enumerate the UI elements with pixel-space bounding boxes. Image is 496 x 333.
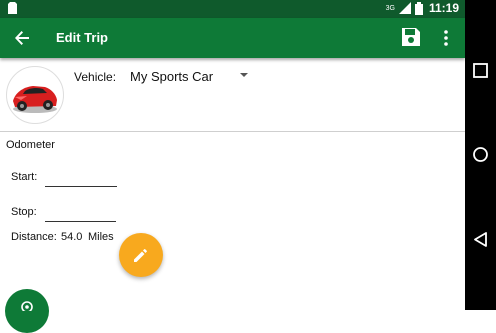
vehicle-dropdown[interactable]: My Sports Car xyxy=(130,68,250,86)
vehicle-avatar[interactable] xyxy=(6,66,64,124)
stop-input[interactable] xyxy=(45,205,116,222)
pencil-icon xyxy=(134,249,147,262)
page-title: Edit Trip xyxy=(56,30,108,45)
location-fab-button[interactable] xyxy=(5,289,49,333)
dropdown-arrow-icon xyxy=(240,73,248,77)
more-vert-icon[interactable] xyxy=(438,27,454,49)
odometer-section-title: Odometer xyxy=(6,139,55,151)
signal-icon xyxy=(398,2,411,14)
network-type: 3G xyxy=(385,4,395,12)
back-triangle-icon[interactable] xyxy=(471,230,490,249)
save-icon[interactable] xyxy=(400,26,422,48)
edit-fab-button[interactable] xyxy=(119,233,163,277)
stop-label: Stop: xyxy=(11,206,37,218)
battery-icon xyxy=(414,1,423,15)
clock: 11:19 xyxy=(428,1,459,15)
app-bar: Edit Trip xyxy=(0,18,465,58)
status-bar: 3G 11:19 xyxy=(0,0,465,18)
start-input[interactable] xyxy=(45,170,117,187)
system-nav-bar xyxy=(465,0,496,310)
start-label: Start: xyxy=(11,171,38,183)
sports-car-icon xyxy=(13,86,57,113)
vehicle-label: Vehicle: xyxy=(74,70,117,84)
vehicle-selected-value: My Sports Car xyxy=(130,69,214,84)
back-arrow-icon[interactable] xyxy=(12,28,32,48)
distance-unit: Miles xyxy=(88,231,114,243)
status-icons: 3G 11:19 xyxy=(386,1,459,15)
recents-square-icon[interactable] xyxy=(471,61,490,80)
divider xyxy=(0,131,465,132)
home-circle-icon[interactable] xyxy=(471,145,490,164)
location-icon xyxy=(21,301,33,311)
sim-card-icon xyxy=(8,2,17,17)
distance-label: Distance: xyxy=(11,231,57,243)
distance-value: 54.0 xyxy=(61,231,83,243)
